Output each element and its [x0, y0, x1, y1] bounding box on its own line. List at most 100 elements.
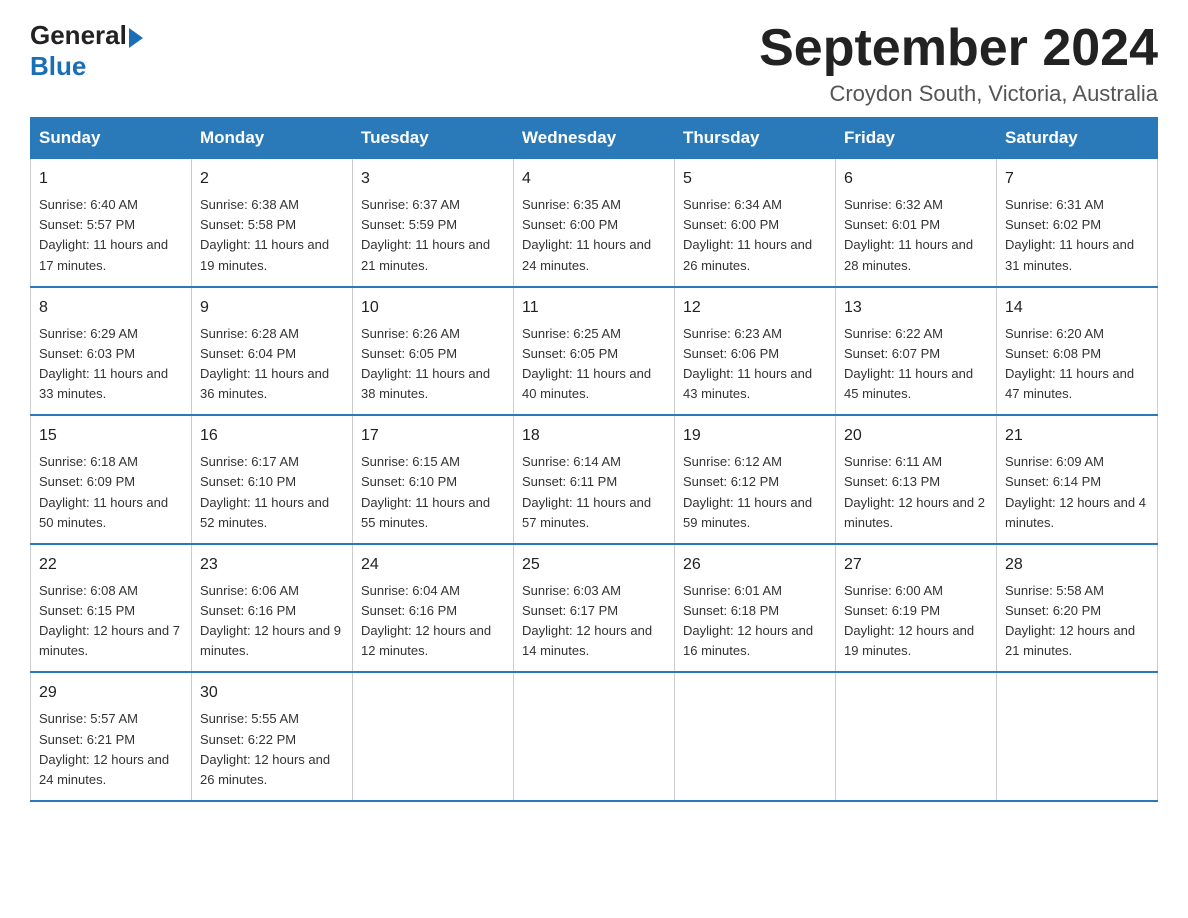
month-title: September 2024	[759, 20, 1158, 77]
title-block: September 2024 Croydon South, Victoria, …	[759, 20, 1158, 107]
day-number: 9	[200, 296, 344, 320]
header-wednesday: Wednesday	[514, 118, 675, 159]
calendar-cell	[353, 672, 514, 801]
day-number: 28	[1005, 553, 1149, 577]
calendar-cell: 10 Sunrise: 6:26 AMSunset: 6:05 PMDaylig…	[353, 287, 514, 416]
day-number: 18	[522, 424, 666, 448]
calendar-cell: 4 Sunrise: 6:35 AMSunset: 6:00 PMDayligh…	[514, 159, 675, 287]
logo-blue: Blue	[30, 51, 86, 81]
day-info: Sunrise: 6:20 AMSunset: 6:08 PMDaylight:…	[1005, 326, 1134, 401]
day-number: 7	[1005, 167, 1149, 191]
calendar-cell: 19 Sunrise: 6:12 AMSunset: 6:12 PMDaylig…	[675, 415, 836, 544]
day-number: 24	[361, 553, 505, 577]
day-info: Sunrise: 6:31 AMSunset: 6:02 PMDaylight:…	[1005, 197, 1134, 272]
day-number: 15	[39, 424, 183, 448]
calendar-cell: 9 Sunrise: 6:28 AMSunset: 6:04 PMDayligh…	[192, 287, 353, 416]
calendar-cell: 12 Sunrise: 6:23 AMSunset: 6:06 PMDaylig…	[675, 287, 836, 416]
day-info: Sunrise: 6:17 AMSunset: 6:10 PMDaylight:…	[200, 454, 329, 529]
day-info: Sunrise: 6:11 AMSunset: 6:13 PMDaylight:…	[844, 454, 985, 529]
day-number: 25	[522, 553, 666, 577]
weekday-header-row: Sunday Monday Tuesday Wednesday Thursday…	[31, 118, 1158, 159]
logo: General Blue	[30, 20, 143, 82]
day-info: Sunrise: 6:06 AMSunset: 6:16 PMDaylight:…	[200, 583, 341, 658]
calendar-week-row: 29 Sunrise: 5:57 AMSunset: 6:21 PMDaylig…	[31, 672, 1158, 801]
day-info: Sunrise: 6:32 AMSunset: 6:01 PMDaylight:…	[844, 197, 973, 272]
calendar-cell	[514, 672, 675, 801]
day-number: 1	[39, 167, 183, 191]
day-number: 20	[844, 424, 988, 448]
calendar-cell: 26 Sunrise: 6:01 AMSunset: 6:18 PMDaylig…	[675, 544, 836, 673]
header-sunday: Sunday	[31, 118, 192, 159]
calendar-cell	[997, 672, 1158, 801]
header-saturday: Saturday	[997, 118, 1158, 159]
day-info: Sunrise: 6:08 AMSunset: 6:15 PMDaylight:…	[39, 583, 180, 658]
calendar-cell: 25 Sunrise: 6:03 AMSunset: 6:17 PMDaylig…	[514, 544, 675, 673]
calendar-body: 1 Sunrise: 6:40 AMSunset: 5:57 PMDayligh…	[31, 159, 1158, 801]
calendar-cell: 15 Sunrise: 6:18 AMSunset: 6:09 PMDaylig…	[31, 415, 192, 544]
calendar-cell: 18 Sunrise: 6:14 AMSunset: 6:11 PMDaylig…	[514, 415, 675, 544]
day-number: 19	[683, 424, 827, 448]
day-info: Sunrise: 6:15 AMSunset: 6:10 PMDaylight:…	[361, 454, 490, 529]
day-info: Sunrise: 6:00 AMSunset: 6:19 PMDaylight:…	[844, 583, 974, 658]
header-tuesday: Tuesday	[353, 118, 514, 159]
calendar-cell	[836, 672, 997, 801]
day-number: 13	[844, 296, 988, 320]
day-info: Sunrise: 6:18 AMSunset: 6:09 PMDaylight:…	[39, 454, 168, 529]
day-number: 14	[1005, 296, 1149, 320]
day-info: Sunrise: 6:25 AMSunset: 6:05 PMDaylight:…	[522, 326, 651, 401]
calendar-cell	[675, 672, 836, 801]
calendar-cell: 14 Sunrise: 6:20 AMSunset: 6:08 PMDaylig…	[997, 287, 1158, 416]
day-info: Sunrise: 6:34 AMSunset: 6:00 PMDaylight:…	[683, 197, 812, 272]
day-number: 10	[361, 296, 505, 320]
day-info: Sunrise: 6:29 AMSunset: 6:03 PMDaylight:…	[39, 326, 168, 401]
calendar-cell: 11 Sunrise: 6:25 AMSunset: 6:05 PMDaylig…	[514, 287, 675, 416]
day-number: 21	[1005, 424, 1149, 448]
day-info: Sunrise: 5:57 AMSunset: 6:21 PMDaylight:…	[39, 711, 169, 786]
day-number: 8	[39, 296, 183, 320]
calendar-cell: 8 Sunrise: 6:29 AMSunset: 6:03 PMDayligh…	[31, 287, 192, 416]
day-number: 6	[844, 167, 988, 191]
calendar-cell: 24 Sunrise: 6:04 AMSunset: 6:16 PMDaylig…	[353, 544, 514, 673]
calendar-cell: 22 Sunrise: 6:08 AMSunset: 6:15 PMDaylig…	[31, 544, 192, 673]
day-number: 27	[844, 553, 988, 577]
day-info: Sunrise: 6:09 AMSunset: 6:14 PMDaylight:…	[1005, 454, 1146, 529]
calendar-week-row: 15 Sunrise: 6:18 AMSunset: 6:09 PMDaylig…	[31, 415, 1158, 544]
calendar-cell: 29 Sunrise: 5:57 AMSunset: 6:21 PMDaylig…	[31, 672, 192, 801]
day-info: Sunrise: 6:35 AMSunset: 6:00 PMDaylight:…	[522, 197, 651, 272]
day-info: Sunrise: 6:14 AMSunset: 6:11 PMDaylight:…	[522, 454, 651, 529]
day-number: 29	[39, 681, 183, 705]
calendar-cell: 20 Sunrise: 6:11 AMSunset: 6:13 PMDaylig…	[836, 415, 997, 544]
day-info: Sunrise: 6:12 AMSunset: 6:12 PMDaylight:…	[683, 454, 812, 529]
header-monday: Monday	[192, 118, 353, 159]
day-number: 12	[683, 296, 827, 320]
day-number: 4	[522, 167, 666, 191]
calendar-cell: 16 Sunrise: 6:17 AMSunset: 6:10 PMDaylig…	[192, 415, 353, 544]
day-number: 26	[683, 553, 827, 577]
calendar-cell: 23 Sunrise: 6:06 AMSunset: 6:16 PMDaylig…	[192, 544, 353, 673]
day-info: Sunrise: 6:22 AMSunset: 6:07 PMDaylight:…	[844, 326, 973, 401]
calendar-week-row: 8 Sunrise: 6:29 AMSunset: 6:03 PMDayligh…	[31, 287, 1158, 416]
location-title: Croydon South, Victoria, Australia	[759, 81, 1158, 107]
day-number: 5	[683, 167, 827, 191]
day-number: 16	[200, 424, 344, 448]
calendar-header: Sunday Monday Tuesday Wednesday Thursday…	[31, 118, 1158, 159]
calendar-table: Sunday Monday Tuesday Wednesday Thursday…	[30, 117, 1158, 802]
calendar-week-row: 22 Sunrise: 6:08 AMSunset: 6:15 PMDaylig…	[31, 544, 1158, 673]
day-info: Sunrise: 6:03 AMSunset: 6:17 PMDaylight:…	[522, 583, 652, 658]
calendar-cell: 17 Sunrise: 6:15 AMSunset: 6:10 PMDaylig…	[353, 415, 514, 544]
logo-arrow-icon	[129, 28, 143, 48]
day-info: Sunrise: 6:40 AMSunset: 5:57 PMDaylight:…	[39, 197, 168, 272]
page-header: General Blue September 2024 Croydon Sout…	[30, 20, 1158, 107]
day-number: 11	[522, 296, 666, 320]
calendar-cell: 5 Sunrise: 6:34 AMSunset: 6:00 PMDayligh…	[675, 159, 836, 287]
calendar-cell: 13 Sunrise: 6:22 AMSunset: 6:07 PMDaylig…	[836, 287, 997, 416]
day-info: Sunrise: 6:28 AMSunset: 6:04 PMDaylight:…	[200, 326, 329, 401]
day-info: Sunrise: 5:55 AMSunset: 6:22 PMDaylight:…	[200, 711, 330, 786]
calendar-cell: 3 Sunrise: 6:37 AMSunset: 5:59 PMDayligh…	[353, 159, 514, 287]
calendar-week-row: 1 Sunrise: 6:40 AMSunset: 5:57 PMDayligh…	[31, 159, 1158, 287]
header-friday: Friday	[836, 118, 997, 159]
logo-general: General	[30, 20, 127, 50]
calendar-cell: 21 Sunrise: 6:09 AMSunset: 6:14 PMDaylig…	[997, 415, 1158, 544]
day-info: Sunrise: 6:37 AMSunset: 5:59 PMDaylight:…	[361, 197, 490, 272]
calendar-cell: 28 Sunrise: 5:58 AMSunset: 6:20 PMDaylig…	[997, 544, 1158, 673]
